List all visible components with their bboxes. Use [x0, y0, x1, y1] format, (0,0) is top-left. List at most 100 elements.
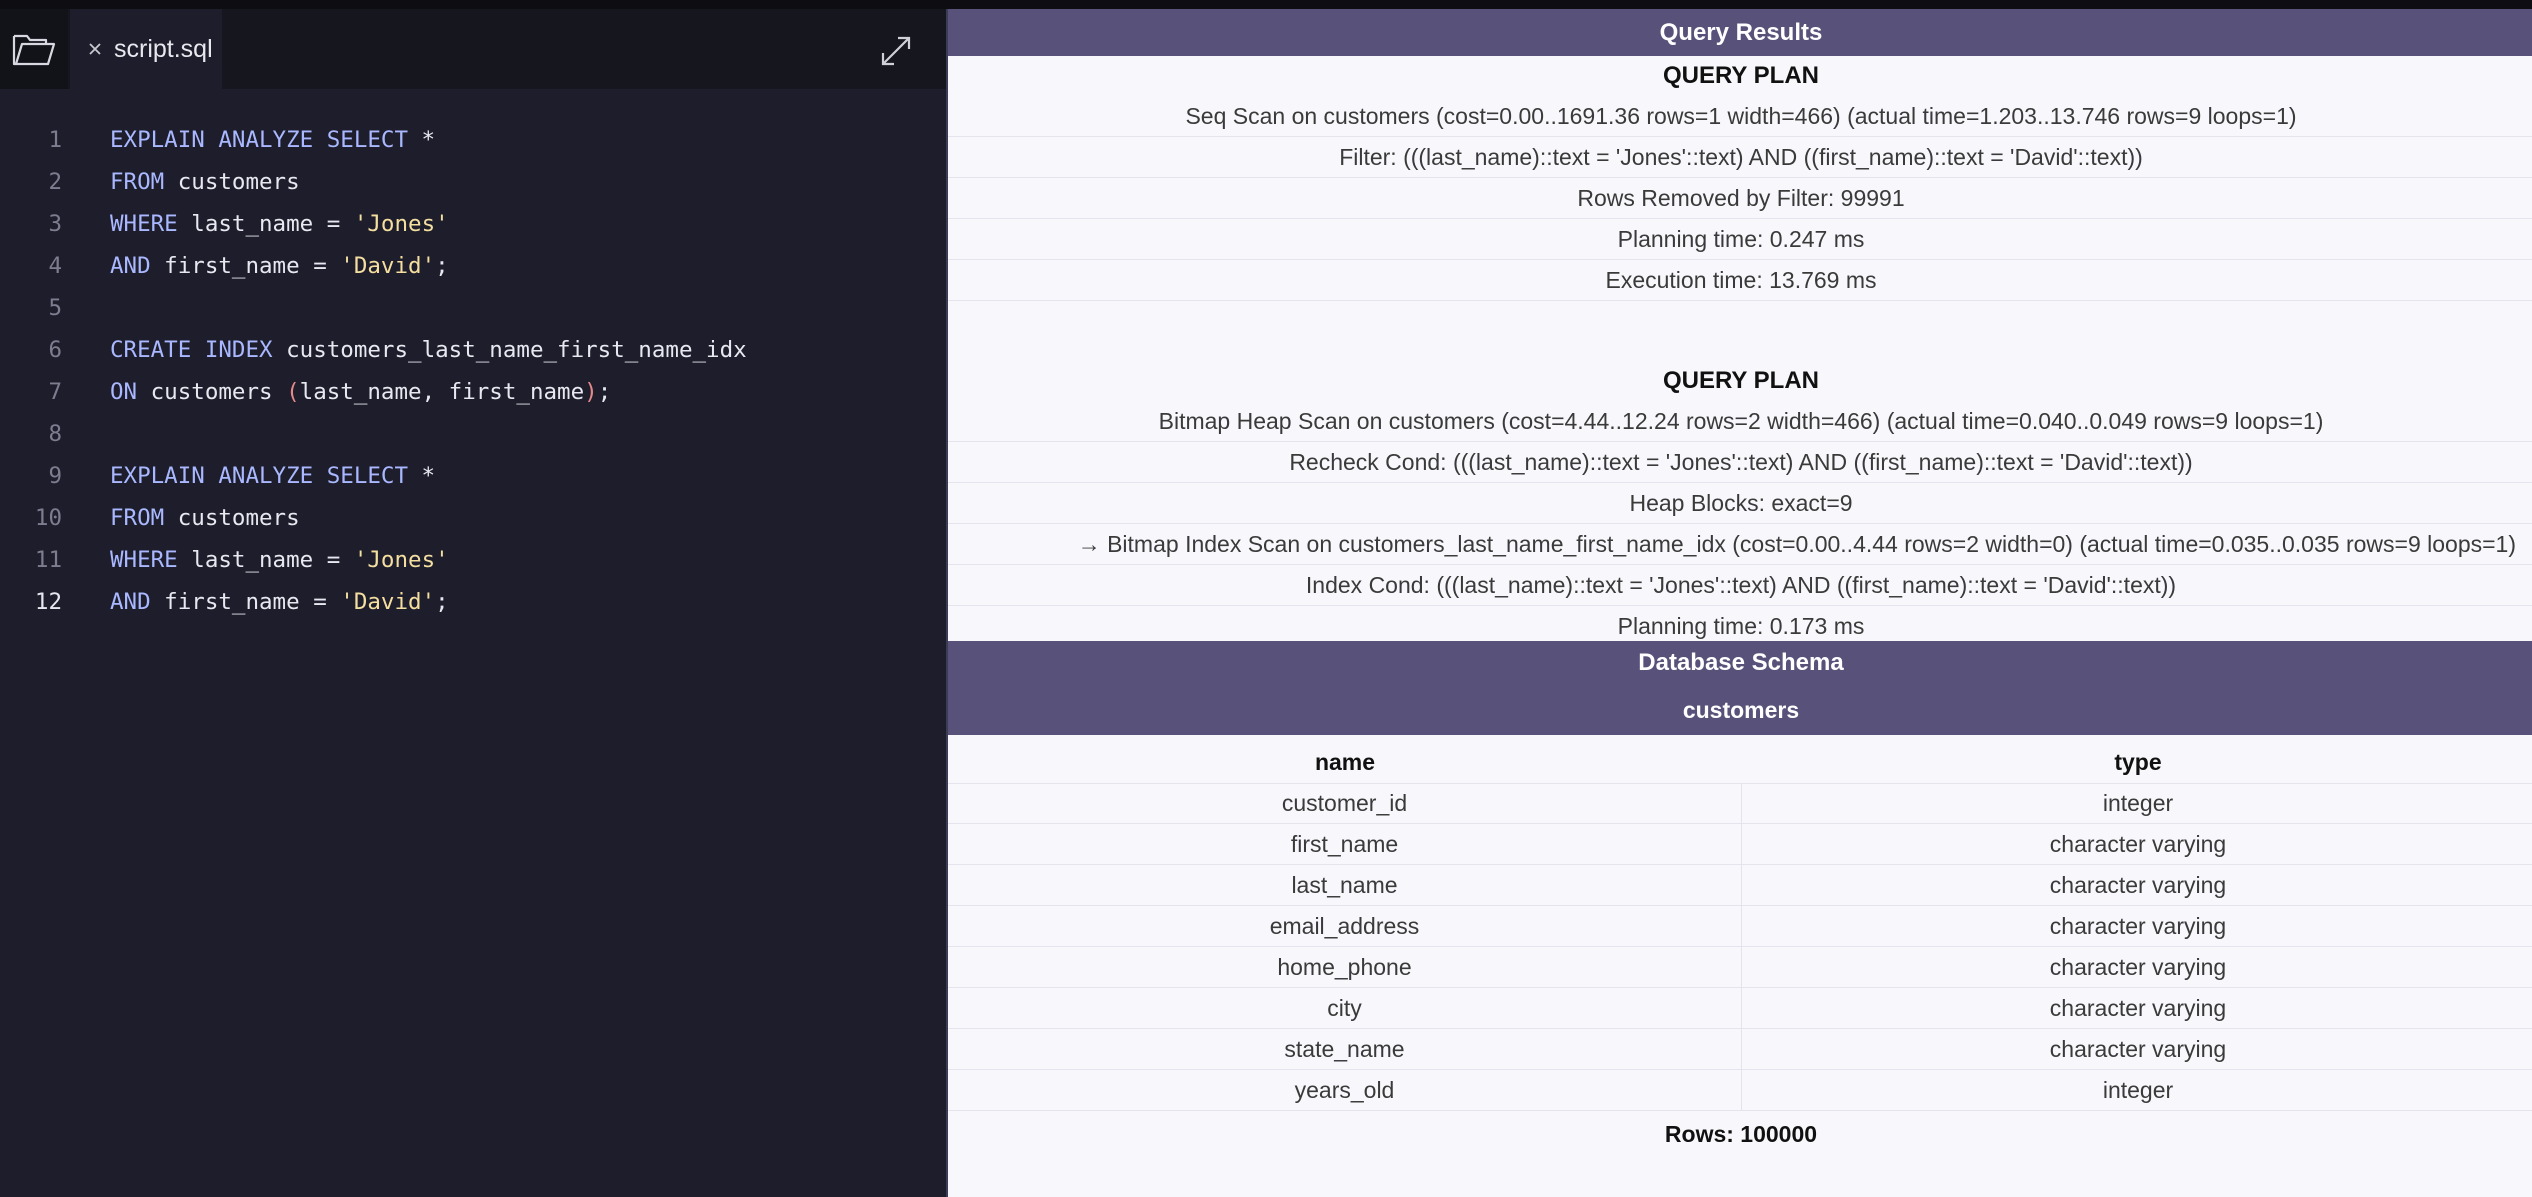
query-results-header: Query Results [948, 9, 2532, 56]
table-row: customer_id integer [948, 783, 2532, 824]
line-number: 10 [34, 505, 62, 531]
query-plan-row: Heap Blocks: exact=9 [948, 483, 2532, 524]
code-line[interactable]: 6 CREATE INDEX customers_last_name_first_… [0, 329, 946, 371]
sql-keyword: FROM [110, 169, 165, 195]
query-plan-title: QUERY PLAN [1662, 367, 1820, 394]
query-plan-row: Execution time: 13.769 ms [948, 260, 2532, 301]
sql-string: 'David' [340, 589, 436, 615]
results-pane: Query Results QUERY PLAN Seq Scan on cust… [946, 9, 2532, 1197]
code-text: EXPLAIN ANALYZE SELECT * [110, 455, 435, 497]
line-number: 5 [48, 295, 62, 321]
close-icon [89, 43, 101, 55]
table-row: state_name character varying [948, 1029, 2532, 1070]
code-text: AND first_name = 'David'; [110, 581, 449, 623]
column-type-cell: integer [2102, 790, 2174, 816]
column-type-cell: character varying [2049, 831, 2227, 857]
table-row: last_name character varying [948, 865, 2532, 906]
code-text: WHERE last_name = 'Jones' [110, 203, 449, 245]
column-name-cell: last_name [948, 865, 1742, 906]
code-text: CREATE INDEX customers_last_name_first_n… [110, 329, 747, 371]
window-top-edge [0, 0, 2532, 9]
open-folder-button[interactable] [0, 9, 68, 89]
query-plan-row: Seq Scan on customers (cost=0.00..1691.3… [948, 96, 2532, 137]
table-row: years_old integer [948, 1070, 2532, 1111]
code-line[interactable]: 10 FROM customers [0, 497, 946, 539]
rows-count: Rows: 100000 [1664, 1121, 1818, 1147]
sql-string: 'David' [340, 253, 436, 279]
column-name-cell: first_name [948, 824, 1742, 865]
column-type-cell: integer [2102, 1077, 2174, 1103]
code-line[interactable]: 9 EXPLAIN ANALYZE SELECT * [0, 455, 946, 497]
code-line[interactable]: 3 WHERE last_name = 'Jones' [0, 203, 946, 245]
line-number: 1 [48, 127, 62, 153]
code-text: EXPLAIN ANALYZE SELECT * [110, 119, 435, 161]
code-text: WHERE last_name = 'Jones' [110, 539, 449, 581]
column-type-cell: character varying [2049, 913, 2227, 939]
column-name-cell: city [948, 988, 1742, 1029]
sql-keyword: WHERE [110, 211, 178, 237]
sql-text: ; [435, 253, 449, 279]
sql-text: last_name = [177, 547, 354, 573]
schema-table-name: customers [948, 685, 2532, 735]
code-area[interactable]: 1 EXPLAIN ANALYZE SELECT * 2 FROM customers… [0, 119, 946, 623]
code-line[interactable]: 12 AND first_name = 'David'; [0, 581, 946, 623]
column-name-cell: home_phone [948, 947, 1742, 988]
line-number: 3 [48, 211, 62, 237]
column-header-type: type [2114, 749, 2162, 775]
column-type-cell: character varying [2049, 954, 2227, 980]
code-text: FROM customers [110, 497, 300, 539]
code-line[interactable]: 4 AND first_name = 'David'; [0, 245, 946, 287]
editor-tab-bar: script.sql [0, 9, 946, 89]
code-line[interactable]: 7 ON customers (last_name, first_name); [0, 371, 946, 413]
table-row: home_phone character varying [948, 947, 2532, 988]
sql-paren: ) [584, 379, 598, 405]
sql-keyword: FROM [110, 505, 165, 531]
line-number: 2 [48, 169, 62, 195]
tab-script-sql[interactable]: script.sql [70, 9, 222, 89]
query-plan-row: → Bitmap Index Scan on customers_last_na… [948, 524, 2532, 565]
sql-text: customers [164, 505, 300, 531]
sql-keyword: EXPLAIN ANALYZE SELECT [110, 127, 409, 153]
line-number: 9 [48, 463, 62, 489]
sql-text: first_name = [150, 589, 341, 615]
table-row: first_name character varying [948, 824, 2532, 865]
sql-paren: ( [286, 379, 300, 405]
query-plan-title: QUERY PLAN [1662, 62, 1820, 89]
code-line[interactable]: 1 EXPLAIN ANALYZE SELECT * [0, 119, 946, 161]
code-line[interactable]: 11 WHERE last_name = 'Jones' [0, 539, 946, 581]
expand-editor-button[interactable] [876, 31, 916, 71]
line-number: 7 [48, 379, 62, 405]
sql-text: * [408, 127, 436, 153]
sql-text: first_name = [150, 253, 341, 279]
code-text: FROM customers [110, 161, 300, 203]
sql-text: * [408, 463, 436, 489]
sql-keyword: AND [110, 253, 151, 279]
sql-keyword: CREATE INDEX [110, 337, 273, 363]
close-tab-button[interactable] [86, 40, 104, 58]
sql-keyword: EXPLAIN ANALYZE SELECT [110, 463, 409, 489]
query-plan-row: Recheck Cond: (((last_name)::text = 'Jon… [948, 442, 2532, 483]
column-name-cell: customer_id [948, 783, 1742, 824]
column-name-cell: email_address [948, 906, 1742, 947]
code-line[interactable]: 8 [0, 413, 946, 455]
code-text: AND first_name = 'David'; [110, 245, 449, 287]
table-row: city character varying [948, 988, 2532, 1029]
query-plan-row: Bitmap Heap Scan on customers (cost=4.44… [948, 401, 2532, 442]
sql-text: customers_last_name_first_name_idx [272, 337, 747, 363]
database-schema-header: Database Schema [948, 641, 2532, 685]
sql-text: ; [435, 589, 449, 615]
query-plan-row: Index Cond: (((last_name)::text = 'Jones… [948, 565, 2532, 606]
sql-editor-pane: script.sql 1 EXPLAIN ANALYZE SELECT * 2 FRO… [0, 9, 946, 1197]
line-number: 12 [34, 589, 62, 615]
code-text: ON customers (last_name, first_name); [110, 371, 611, 413]
table-row: email_address character varying [948, 906, 2532, 947]
column-header-name: name [1314, 749, 1376, 775]
line-number: 11 [34, 547, 62, 573]
code-line[interactable]: 5 [0, 287, 946, 329]
query-plan-row: Filter: (((last_name)::text = 'Jones'::t… [948, 137, 2532, 178]
folder-open-icon [12, 34, 56, 66]
code-line[interactable]: 2 FROM customers [0, 161, 946, 203]
sql-keyword: ON [110, 379, 138, 405]
expand-icon [881, 36, 911, 66]
query-plan-row: Rows Removed by Filter: 99991 [948, 178, 2532, 219]
